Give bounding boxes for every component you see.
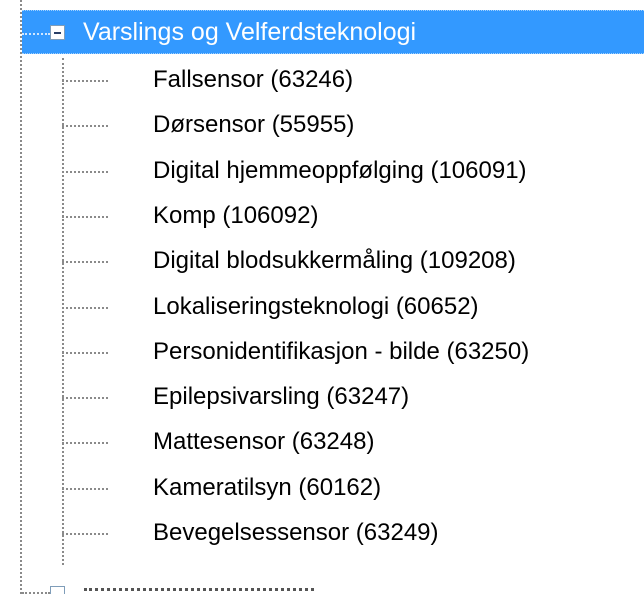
tree-item-label[interactable]: Digital hjemmeoppfølging (106091) [153, 151, 527, 191]
tree-item-label[interactable]: Personidentifikasjon - bilde (63250) [153, 332, 529, 372]
tree-guide-line-root [20, 0, 22, 594]
tree-item[interactable]: Komp (106092) [62, 196, 642, 236]
tree-connector [62, 351, 108, 354]
tree-item-label[interactable]: Fallsensor (63246) [153, 60, 353, 100]
tree-connector [62, 533, 108, 535]
tree-node-label-cutoff [84, 588, 314, 594]
tree-node-varslings-og-velferdsteknologi[interactable]: Varslings og Velferdsteknologi [83, 14, 416, 50]
tree-connector [62, 80, 108, 82]
tree-connector [62, 442, 108, 445]
tree-item[interactable]: Personidentifikasjon - bilde (63250) [62, 332, 642, 372]
tree-view[interactable]: Varslings og Velferdsteknologi Fallsenso… [0, 0, 644, 594]
minus-glyph [54, 32, 61, 34]
tree-item-label[interactable]: Digital blodsukkermåling (109208) [153, 241, 516, 281]
tree-item-label[interactable]: Komp (106092) [153, 196, 318, 236]
tree-connector [62, 215, 108, 218]
tree-item[interactable]: Dørsensor (55955) [62, 105, 642, 145]
tree-item[interactable]: Digital hjemmeoppfølging (106091) [62, 151, 642, 191]
tree-connector [62, 261, 108, 264]
tree-item-label[interactable]: Dørsensor (55955) [153, 105, 354, 145]
tree-connector [62, 397, 108, 400]
tree-item-label[interactable]: Epilepsivarsling (63247) [153, 377, 409, 417]
tree-item[interactable]: Fallsensor (63246) [62, 60, 642, 100]
tree-item-label[interactable]: Kameratilsyn (60162) [153, 468, 381, 508]
tree-item[interactable]: Epilepsivarsling (63247) [62, 377, 642, 417]
tree-connector [62, 170, 108, 173]
tree-connector [22, 33, 50, 35]
tree-item[interactable]: Mattesensor (63248) [62, 422, 642, 462]
tree-item[interactable]: Digital blodsukkermåling (109208) [62, 241, 642, 281]
tree-node-next-partial[interactable] [22, 586, 622, 594]
tree-item-label[interactable]: Bevegelsessensor (63249) [153, 513, 439, 553]
tree-item-label[interactable]: Mattesensor (63248) [153, 422, 374, 462]
collapse-minus-icon[interactable] [50, 25, 65, 40]
expand-plus-icon[interactable] [50, 586, 65, 594]
tree-connector [62, 306, 108, 309]
tree-item[interactable]: Bevegelsessensor (63249) [62, 513, 642, 553]
tree-connector [62, 125, 108, 128]
tree-item[interactable]: Lokaliseringsteknologi (60652) [62, 287, 642, 327]
tree-item[interactable]: Kameratilsyn (60162) [62, 468, 642, 508]
tree-item-label[interactable]: Lokaliseringsteknologi (60652) [153, 287, 479, 327]
tree-connector [62, 487, 108, 490]
